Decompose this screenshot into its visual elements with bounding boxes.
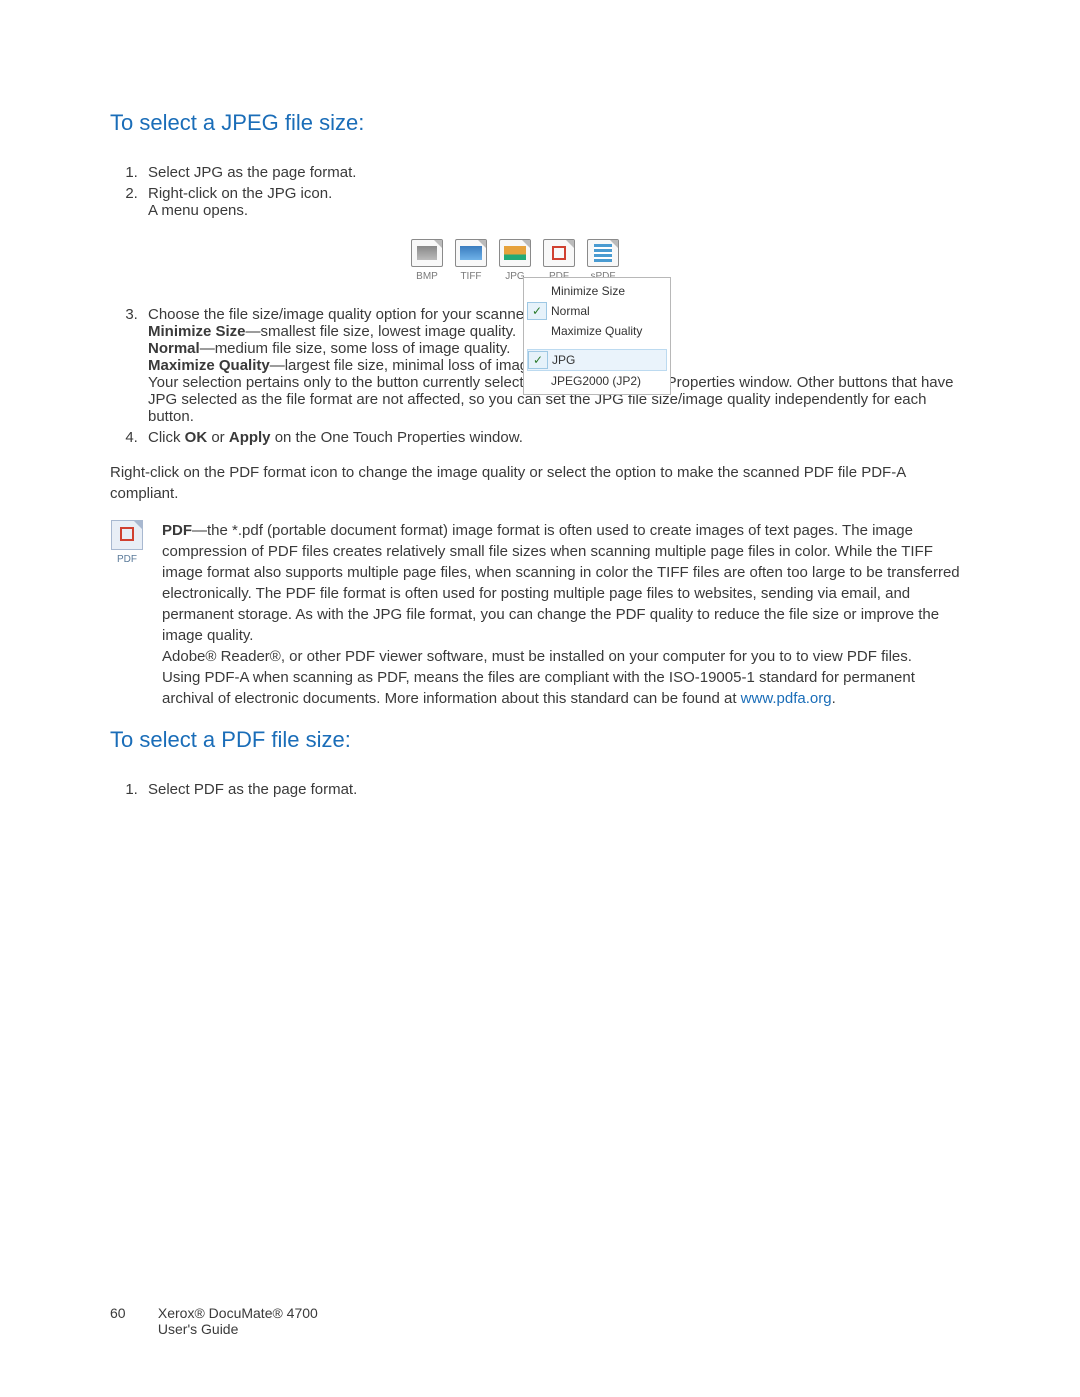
page-number: 60 [110,1305,154,1321]
pdf-p3-post: . [832,690,836,707]
pdf-description-block: PDF PDF—the *.pdf (portable document for… [110,520,970,709]
pdf-intro-paragraph: Right-click on the PDF format icon to ch… [110,462,970,504]
jpg-menu-figure: BMP TIFF JPG PDF sPDF Minimize Size [409,239,671,282]
document-page: To select a JPEG file size: Select JPG a… [0,0,1080,1397]
step-1: Select JPG as the page format. [142,164,970,181]
footer-guide: User's Guide [158,1321,238,1337]
heading-pdf-size: To select a PDF file size: [110,727,970,753]
pdf-steps-list: Select PDF as the page format. [110,781,970,798]
format-spdf: sPDF [585,239,621,282]
footer-product: Xerox® DocuMate® 4700 [158,1305,318,1321]
format-tiff: TIFF [453,239,489,282]
bmp-label: BMP [409,271,445,282]
menu-check-empty [527,322,547,340]
jpg-icon [499,239,531,267]
page-footer: 60 Xerox® DocuMate® 4700 User's Guide [110,1305,318,1337]
pdfa-link[interactable]: www.pdfa.org [741,690,832,707]
menu-minimize-size[interactable]: Minimize Size [527,281,667,301]
step-4: Click OK or Apply on the One Touch Prope… [142,429,970,446]
tiff-icon [455,239,487,267]
pdf-icon [543,239,575,267]
normal-desc: —medium file size, some loss of image qu… [200,340,511,357]
pdf-paragraph-2: Adobe® Reader®, or other PDF viewer soft… [162,646,970,667]
format-icon-row: BMP TIFF JPG PDF sPDF [409,239,671,282]
menu-maximize-label: Maximize Quality [551,324,642,338]
step-4-pre: Click [148,429,185,446]
ok-bold: OK [185,429,208,446]
maximize-quality-bold: Maximize Quality [148,357,270,374]
pdf-p1-text: —the *.pdf (portable document format) im… [162,522,960,644]
context-menu[interactable]: Minimize Size ✓ Normal Maximize Quality … [523,277,671,395]
minimize-size-desc: —smallest file size, lowest image qualit… [246,323,517,340]
menu-jpg[interactable]: ✓ JPG [527,349,667,371]
jpeg-steps-list-1: Select JPG as the page format. Right-cli… [110,164,970,219]
menu-minimize-label: Minimize Size [551,284,625,298]
menu-check-empty [527,282,547,300]
checkmark-icon: ✓ [527,302,547,320]
menu-jp2[interactable]: JPEG2000 (JP2) [527,371,667,391]
checkmark-icon: ✓ [528,351,548,369]
format-jpg: JPG [497,239,533,282]
spdf-icon [587,239,619,267]
step-4-mid: or [207,429,229,446]
pdf-paragraph-3: Using PDF-A when scanning as PDF, means … [162,667,970,709]
menu-normal-label: Normal [551,304,590,318]
menu-separator [527,341,667,349]
menu-jp2-label: JPEG2000 (JP2) [551,374,641,388]
menu-jpg-label: JPG [552,353,575,367]
pdf-paragraph-1: PDF—the *.pdf (portable document format)… [162,520,970,646]
format-pdf: PDF [541,239,577,282]
apply-bold: Apply [229,429,271,446]
pdf-bold: PDF [162,522,192,539]
step-2-sub: A menu opens. [148,202,970,219]
step-2: Right-click on the JPG icon. A menu open… [142,185,970,219]
bmp-icon [411,239,443,267]
heading-jpeg-size: To select a JPEG file size: [110,110,970,136]
normal-bold: Normal [148,340,200,357]
minimize-size-bold: Minimize Size [148,323,246,340]
format-bmp: BMP [409,239,445,282]
menu-check-empty [527,372,547,390]
pdf-step-1: Select PDF as the page format. [142,781,970,798]
step-2-text: Right-click on the JPG icon. [148,185,332,202]
pdf-text-column: PDF—the *.pdf (portable document format)… [162,520,970,709]
step-4-post: on the One Touch Properties window. [271,429,523,446]
pdf-thumbnail: PDF [110,520,144,709]
menu-maximize-quality[interactable]: Maximize Quality [527,321,667,341]
pdf-thumb-label: PDF [110,554,144,565]
tiff-label: TIFF [453,271,489,282]
menu-normal[interactable]: ✓ Normal [527,301,667,321]
pdf-file-icon [111,520,143,550]
